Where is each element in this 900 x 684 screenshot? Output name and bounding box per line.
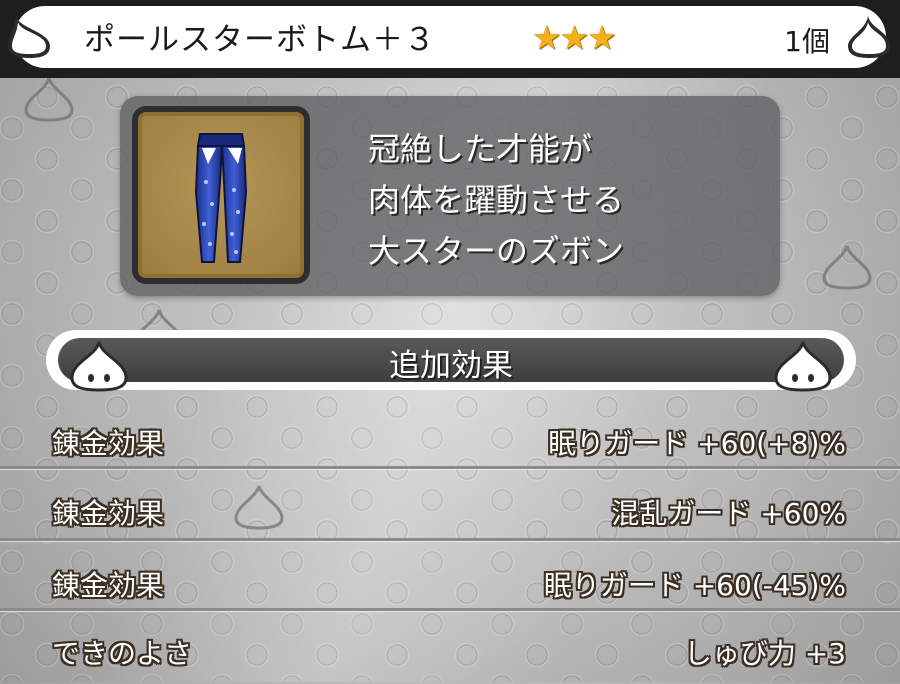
effect-row: 錬金効果 眠りガード +60(-45)%	[0, 546, 900, 616]
pants-icon	[194, 133, 248, 263]
effect-row: 錬金効果 混乱ガード +60%	[0, 474, 900, 544]
bg-slime-icon	[822, 245, 872, 290]
description-line: 冠絶した才能が	[368, 130, 593, 168]
effect-value: 眠りガード +60(+8)%	[548, 427, 846, 460]
star-icon: ★	[559, 18, 590, 57]
row-divider	[0, 608, 900, 611]
effect-label: できのよさ	[52, 637, 193, 670]
row-divider	[0, 466, 900, 469]
star-icon: ★	[587, 18, 617, 57]
effect-label: 錬金効果	[52, 497, 165, 530]
star-icon: ★	[532, 18, 562, 57]
effect-row: 錬金効果 眠りガード +60(+8)%	[0, 404, 900, 474]
effect-value: しゅび力 +3	[683, 637, 846, 670]
item-count: 1個	[784, 25, 830, 58]
rarity-stars: ★★★	[532, 18, 617, 57]
effect-label: 錬金効果	[52, 427, 165, 460]
effect-label: 錬金効果	[52, 569, 165, 602]
row-divider	[0, 538, 900, 541]
description-line: 肉体を躍動させる	[368, 181, 625, 219]
item-header-bar: ポールスターボトム＋３ ★★★ 1個	[0, 0, 900, 78]
effects-section-header: 追加効果	[46, 330, 856, 392]
effect-value: 混乱ガード +60%	[611, 497, 846, 530]
item-name: ポールスターボトム＋３	[84, 22, 436, 58]
slime-icon	[774, 341, 832, 392]
description-line: 大スターのズボン	[368, 232, 625, 270]
item-icon-box	[138, 112, 304, 278]
item-description: 冠絶した才能が 肉体を躍動させる 大スターのズボン	[368, 124, 624, 277]
effects-title: 追加効果	[389, 348, 513, 384]
slime-icon	[8, 16, 50, 58]
effect-value: 眠りガード +60(-45)%	[543, 569, 846, 602]
bg-slime-icon	[24, 77, 74, 122]
effect-row: できのよさ しゅび力 +3	[0, 614, 900, 684]
slime-icon	[848, 16, 890, 58]
item-icon-frame	[132, 106, 310, 284]
